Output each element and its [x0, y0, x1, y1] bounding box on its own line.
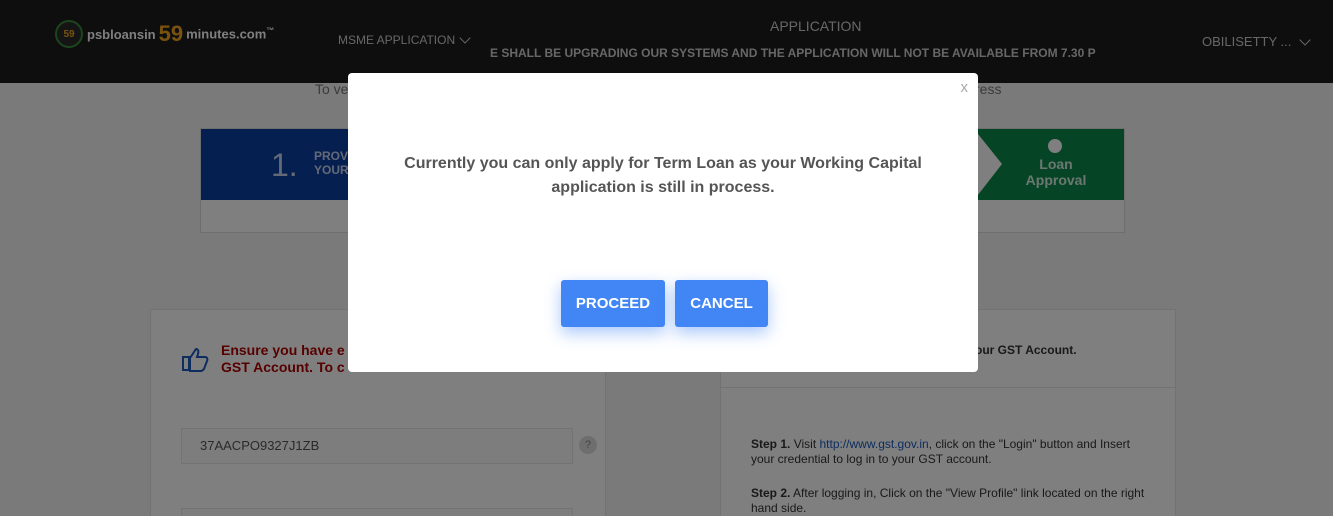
- proceed-button[interactable]: PROCEED: [561, 280, 665, 327]
- cancel-button[interactable]: CANCEL: [675, 280, 768, 327]
- term-loan-modal: x Currently you can only apply for Term …: [348, 73, 978, 372]
- close-icon[interactable]: x: [961, 79, 969, 96]
- modal-message: Currently you can only apply for Term Lo…: [404, 155, 922, 196]
